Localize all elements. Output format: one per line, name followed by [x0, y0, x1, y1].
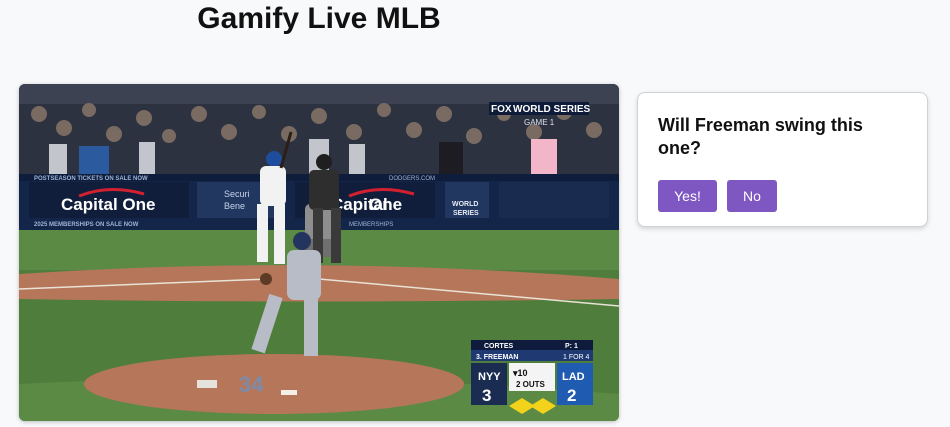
banner-one-partial: One	[369, 195, 402, 214]
scorebug-away-score: 3	[482, 386, 491, 405]
answer-buttons: Yes! No	[658, 180, 907, 212]
scorebug-pitch-count: P: 1	[565, 343, 578, 350]
banner-memberships-tail: MEMBERSHIPS	[349, 222, 393, 228]
banner-securian-1: Securi	[224, 189, 250, 199]
prediction-question: Will Freeman swing this one?	[658, 115, 863, 158]
yes-button[interactable]: Yes!	[658, 180, 717, 212]
scorebug-pitcher: CORTES	[484, 343, 514, 350]
no-button[interactable]: No	[727, 180, 777, 212]
page-title: Gamify Live MLB	[197, 2, 441, 35]
live-game-video[interactable]: FOX WORLD SERIES GAME 1 POSTSEASON TICKE…	[19, 84, 619, 421]
banner-ws-2: SERIES	[453, 210, 479, 217]
scorebug-batter-stat: 1 FOR 4	[563, 354, 590, 361]
scorebug-inning: ▾10	[512, 368, 528, 378]
scorebug-away-team: NYY	[478, 371, 501, 383]
scorebug-batter: 3. FREEMAN	[476, 354, 518, 361]
scorebug-outs: 2 OUTS	[516, 380, 546, 389]
network-label: FOX	[491, 104, 512, 115]
prediction-card: Will Freeman swing this one? Yes! No	[637, 92, 928, 227]
banner-memberships: 2025 MEMBERSHIPS ON SALE NOW	[34, 222, 139, 228]
series-label: WORLD SERIES	[513, 104, 591, 115]
banner-dodgers-url: DODGERS.COM	[389, 176, 435, 182]
banner-capital-one: Capital One	[61, 195, 155, 214]
banner-postseason-tickets: POSTSEASON TICKETS ON SALE NOW	[34, 176, 148, 182]
banner-securian-2: Bene	[224, 201, 245, 211]
scorebug-home-score: 2	[567, 386, 576, 405]
banner-ws-1: WORLD	[452, 201, 478, 208]
game-label: GAME 1	[524, 118, 555, 127]
mound-number: 34	[239, 372, 264, 397]
scorebug-home-team: LAD	[562, 371, 585, 383]
